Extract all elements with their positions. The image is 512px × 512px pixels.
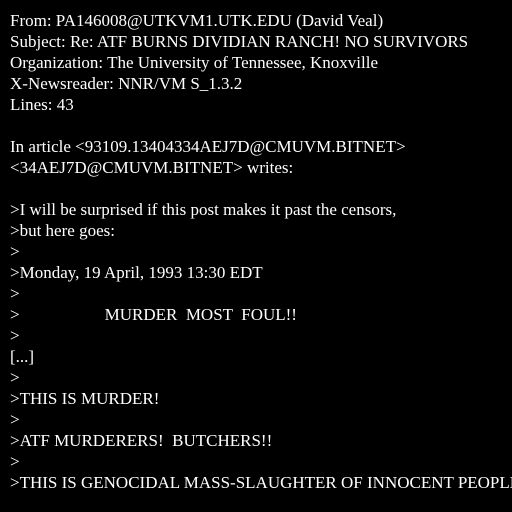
- quoted-line: >: [10, 368, 20, 387]
- quoted-line: >: [10, 410, 20, 429]
- quoted-line: >: [10, 326, 20, 345]
- quoted-line: >ATF MURDERERS! BUTCHERS!!: [10, 431, 273, 450]
- quoted-line: >I will be surprised if this post makes …: [10, 200, 397, 219]
- quoted-line: >THIS IS MURDER!: [10, 389, 160, 408]
- quoted-line: > MURDER MOST FOUL!!: [10, 305, 297, 324]
- quoted-line: >THIS IS GENOCIDAL MASS-SLAUGHTER OF INN…: [10, 473, 512, 492]
- quoted-line: >: [10, 284, 20, 303]
- header-organization: Organization: The University of Tennesse…: [10, 53, 379, 72]
- header-from: From: PA146008@UTKVM1.UTK.EDU (David Vea…: [10, 11, 384, 30]
- header-lines: Lines: 43: [10, 95, 74, 114]
- quoted-line: >: [10, 242, 20, 261]
- header-subject: Subject: Re: ATF BURNS DIVIDIAN RANCH! N…: [10, 32, 469, 51]
- ellipsis-line: [...]: [10, 347, 35, 366]
- quoted-line: >: [10, 452, 20, 471]
- quoted-line: >but here goes:: [10, 221, 115, 240]
- header-newsreader: X-Newsreader: NNR/VM S_1.3.2: [10, 74, 243, 93]
- message-text: From: PA146008@UTKVM1.UTK.EDU (David Vea…: [10, 10, 512, 493]
- quoted-line: >Monday, 19 April, 1993 13:30 EDT: [10, 263, 263, 282]
- attribution-line: <34AEJ7D@CMUVM.BITNET> writes:: [10, 158, 294, 177]
- attribution-line: In article <93109.13404334AEJ7D@CMUVM.BI…: [10, 137, 406, 156]
- message-view: From: PA146008@UTKVM1.UTK.EDU (David Vea…: [0, 0, 512, 512]
